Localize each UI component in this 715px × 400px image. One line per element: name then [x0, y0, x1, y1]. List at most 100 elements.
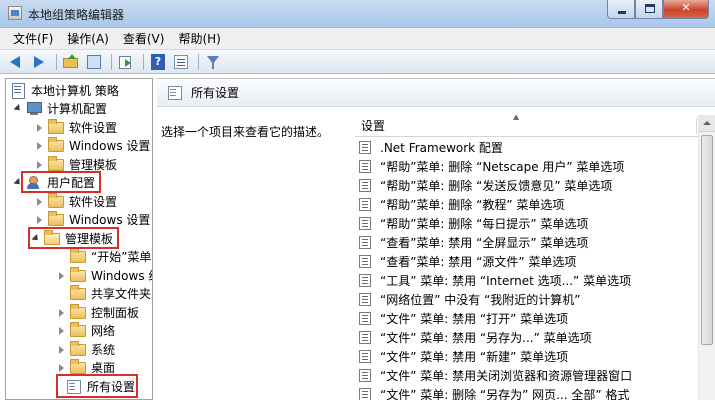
- list-item-label: “工具” 菜单: 禁用 “Internet 选项...” 菜单选项: [380, 274, 632, 288]
- tree-item-control-panel[interactable]: 控制面板: [58, 303, 139, 322]
- tree-item-uc-software[interactable]: 软件设置: [36, 192, 117, 211]
- users-icon: [26, 175, 42, 190]
- tree-item-user-config[interactable]: 用户配置: [14, 173, 95, 192]
- window-title: 本地组策略编辑器: [28, 8, 125, 22]
- open-folder-icon: [44, 229, 60, 245]
- list-item[interactable]: “文件” 菜单: 禁用关闭浏览器和资源管理器窗口: [359, 366, 632, 385]
- toolbar: ?: [0, 50, 715, 74]
- collapse-icon[interactable]: [36, 160, 44, 170]
- tree-item-desktop[interactable]: 桌面: [58, 358, 115, 377]
- column-divider[interactable]: [696, 118, 697, 134]
- folder-icon: [48, 192, 64, 208]
- setting-icon: [359, 236, 371, 249]
- forward-button[interactable]: [29, 53, 49, 71]
- collapse-icon[interactable]: [36, 215, 44, 225]
- tree-item-cc-templates[interactable]: 管理模板: [36, 155, 117, 174]
- folder-icon: [70, 340, 86, 356]
- all-settings-icon: [66, 379, 82, 394]
- list-item[interactable]: “帮助”菜单: 删除 “发送反馈意见” 菜单选项: [359, 176, 612, 195]
- setting-icon: [359, 293, 371, 306]
- collapse-icon[interactable]: [36, 141, 44, 151]
- column-header-setting[interactable]: ▲ 设置: [355, 115, 701, 137]
- expand-icon[interactable]: [14, 104, 22, 114]
- expand-icon[interactable]: [14, 178, 22, 188]
- setting-icon: [359, 160, 371, 173]
- list-item[interactable]: “查看”菜单: 禁用 “源文件” 菜单选项: [359, 252, 576, 271]
- tree-item-label: 控制面板: [91, 306, 140, 320]
- tree-item-start-menu[interactable]: “开始”菜单: [58, 247, 151, 266]
- tree-item-uc-templates[interactable]: 管理模板: [32, 229, 113, 248]
- up-one-level-button[interactable]: [61, 53, 81, 71]
- list-item[interactable]: “文件” 菜单: 禁用 “打开” 菜单选项: [359, 309, 568, 328]
- filter-button[interactable]: [203, 53, 223, 71]
- menu-file[interactable]: 文件(F): [6, 28, 60, 49]
- collapse-icon[interactable]: [58, 345, 66, 355]
- collapse-icon[interactable]: [58, 363, 66, 373]
- list-item[interactable]: “查看”菜单: 禁用 “全屏显示” 菜单选项: [359, 233, 588, 252]
- help-button[interactable]: ?: [148, 53, 168, 71]
- list-item[interactable]: “文件” 菜单: 删除 “另存为” 网页... 全部” 格式: [359, 385, 629, 400]
- list-item[interactable]: “帮助”菜单: 删除 “Netscape 用户” 菜单选项: [359, 157, 624, 176]
- menu-view[interactable]: 查看(V): [116, 28, 172, 49]
- list-item-label: “帮助”菜单: 删除 “Netscape 用户” 菜单选项: [380, 160, 625, 174]
- show-hide-tree-button[interactable]: [84, 53, 104, 71]
- console-tree[interactable]: 本地计算机 策略 计算机配置 软件设置 Windows 设置 管理模板 用户配置…: [5, 78, 153, 400]
- list-item[interactable]: “帮助”菜单: 删除 “教程” 菜单选项: [359, 195, 564, 214]
- folder-icon: [70, 321, 86, 337]
- maximize-button[interactable]: [635, 0, 663, 19]
- collapse-icon[interactable]: [36, 197, 44, 207]
- folder-icon: [48, 136, 64, 152]
- scroll-up-button[interactable]: [699, 115, 715, 132]
- collapse-icon[interactable]: [58, 326, 66, 336]
- expand-icon[interactable]: [32, 234, 40, 244]
- list-item-label: .Net Framework 配置: [380, 141, 503, 155]
- tree-item-label: Windows 组件: [91, 269, 152, 283]
- up-folder-icon: [63, 53, 78, 68]
- settings-list[interactable]: ▲ 设置 .Net Framework 配置 “帮助”菜单: 删除 “Netsc…: [355, 115, 701, 400]
- tree-item-system[interactable]: 系统: [58, 340, 115, 359]
- menu-help[interactable]: 帮助(H): [171, 28, 227, 49]
- collapse-icon[interactable]: [36, 123, 44, 133]
- tree-item-root[interactable]: 本地计算机 策略: [10, 81, 119, 100]
- tree-item-shared-folders[interactable]: 共享文件夹: [58, 284, 151, 303]
- list-item[interactable]: “帮助”菜单: 删除 “每日提示” 菜单选项: [359, 214, 588, 233]
- list-item[interactable]: “网络位置” 中没有 “我附近的计算机”: [359, 290, 581, 309]
- menu-bar: 文件(F) 操作(A) 查看(V) 帮助(H): [0, 28, 715, 50]
- scroll-thumb[interactable]: [701, 135, 713, 345]
- folder-icon: [48, 118, 64, 134]
- toolbar-separator: [198, 53, 199, 70]
- list-item-label: “网络位置” 中没有 “我附近的计算机”: [380, 293, 581, 307]
- menu-action[interactable]: 操作(A): [60, 28, 116, 49]
- tree-item-all-settings[interactable]: 所有设置: [66, 377, 135, 396]
- tree-item-computer-config[interactable]: 计算机配置: [14, 99, 107, 118]
- list-item[interactable]: “工具” 菜单: 禁用 “Internet 选项...” 菜单选项: [359, 271, 631, 290]
- back-button[interactable]: [6, 53, 26, 71]
- setting-icon: [359, 388, 371, 400]
- properties-button[interactable]: [171, 53, 191, 71]
- vertical-scrollbar[interactable]: [698, 115, 715, 400]
- list-item[interactable]: .Net Framework 配置: [359, 138, 503, 157]
- minimize-icon: [618, 11, 626, 14]
- window-controls: ✕: [607, 0, 709, 19]
- help-icon: ?: [151, 53, 165, 70]
- tree-item-cc-windows[interactable]: Windows 设置: [36, 136, 150, 155]
- tree-item-label: 软件设置: [69, 121, 118, 135]
- list-item[interactable]: “文件” 菜单: 禁用 “新建” 菜单选项: [359, 347, 568, 366]
- list-item-label: “帮助”菜单: 删除 “发送反馈意见” 菜单选项: [380, 179, 613, 193]
- export-list-button[interactable]: [116, 53, 136, 71]
- minimize-button[interactable]: [607, 0, 635, 19]
- tree-item-windows-components[interactable]: Windows 组件: [58, 266, 152, 285]
- toolbar-separator: [111, 53, 112, 70]
- tree-item-cc-software[interactable]: 软件设置: [36, 118, 117, 137]
- tree-item-network[interactable]: 网络: [58, 321, 115, 340]
- computer-icon: [26, 101, 42, 116]
- tree-item-uc-windows[interactable]: Windows 设置: [36, 210, 150, 229]
- toolbar-separator: [143, 53, 144, 70]
- list-item[interactable]: “文件” 菜单: 禁用 “另存为...” 菜单选项: [359, 328, 592, 347]
- collapse-icon[interactable]: [58, 308, 66, 318]
- export-list-icon: [119, 55, 131, 69]
- close-button[interactable]: ✕: [663, 0, 709, 19]
- collapse-icon[interactable]: [58, 271, 66, 281]
